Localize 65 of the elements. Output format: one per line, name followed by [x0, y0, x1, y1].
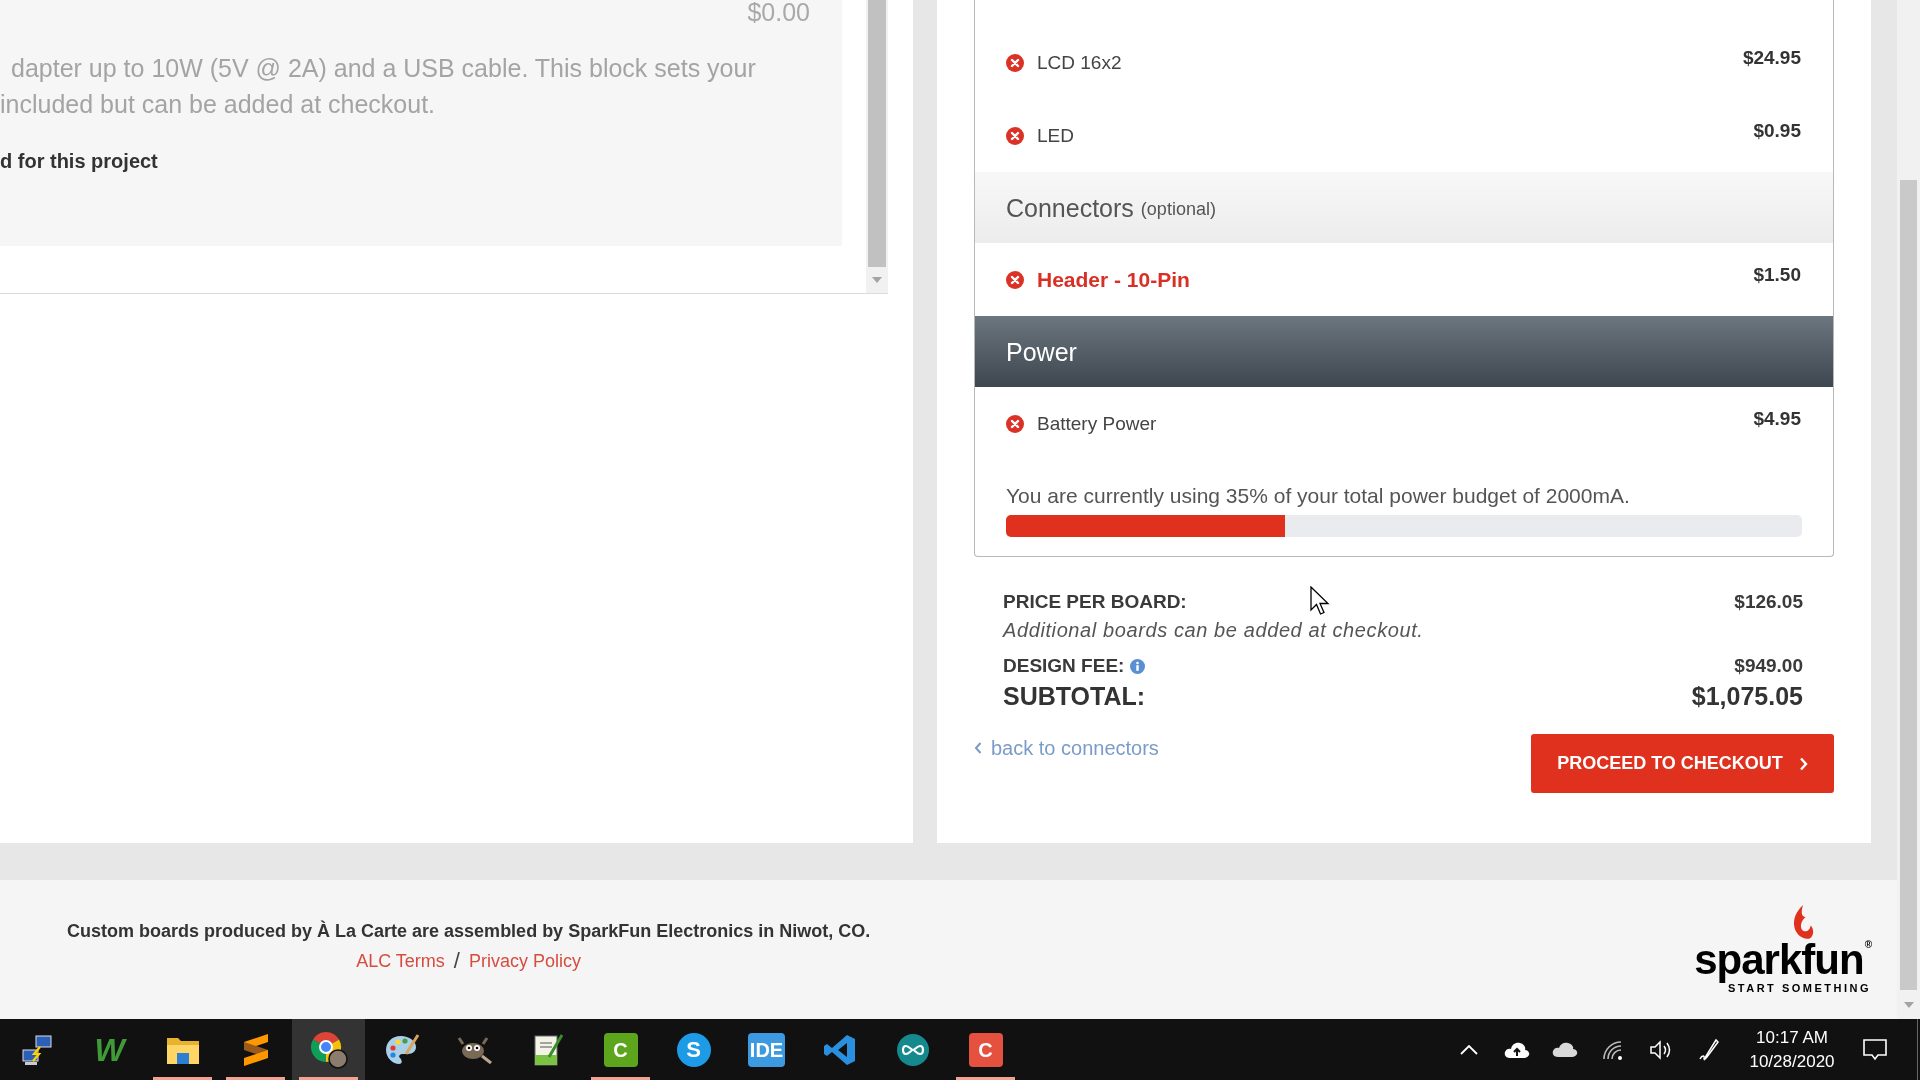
- taskbar-time: 10:17 AM: [1756, 1026, 1828, 1049]
- app-tile: C: [968, 1032, 1003, 1067]
- taskbar-button[interactable]: W: [73, 1019, 146, 1080]
- option-price: $0.00: [747, 0, 810, 24]
- summary-value: $949.00: [1734, 655, 1803, 677]
- app-tile: C: [603, 1032, 638, 1067]
- part-name: LCD 16x2: [1037, 50, 1122, 75]
- page-scrollbar-thumb[interactable]: [1900, 180, 1917, 990]
- part-price: $1.50: [1753, 264, 1801, 286]
- app-glyph: W: [94, 1033, 125, 1066]
- part-name: Header - 10-Pin: [1037, 267, 1190, 292]
- info-icon[interactable]: [1130, 658, 1146, 674]
- taskbar-button[interactable]: IDE: [730, 1019, 803, 1080]
- taskbar-date: 10/28/2020: [1749, 1050, 1835, 1073]
- summary-note: Additional boards can be added at checkout.: [1003, 619, 1425, 641]
- chat-bubble-icon[interactable]: [1862, 1037, 1888, 1062]
- summary-value: $126.05: [1734, 591, 1803, 613]
- part-price: $24.95: [1742, 47, 1801, 69]
- ring-logo-icon: [309, 1030, 348, 1069]
- option-note: d for this project: [0, 150, 159, 172]
- scrollbar-thumb[interactable]: [868, 0, 886, 267]
- pen-icon[interactable]: [1698, 1037, 1720, 1062]
- checkout-button[interactable]: PROCEED TO CHECKOUT: [1531, 734, 1834, 793]
- section-title: Power: [1006, 336, 1077, 367]
- taskbar-button[interactable]: C: [584, 1019, 657, 1080]
- logo-tagline: START SOMETHING: [1728, 982, 1871, 994]
- subtotal-label: SUBTOTAL:: [1003, 681, 1146, 711]
- footer-text: Custom boards produced by À La Carte are assembled by SparkFun Electronics in Niwot, CO.: [67, 920, 871, 942]
- taskbar-button[interactable]: [292, 1019, 365, 1080]
- footer-link[interactable]: Privacy Policy: [469, 950, 581, 972]
- remove-icon[interactable]: [1006, 414, 1024, 433]
- infinity-icon: [895, 1032, 930, 1067]
- part-name: Battery Power: [1037, 411, 1157, 436]
- part-name: LED: [1037, 123, 1074, 148]
- notepad-icon: [531, 1032, 564, 1067]
- chevron-left-icon: [974, 742, 982, 754]
- section-note: (optional): [1140, 198, 1216, 221]
- chevron-up-icon[interactable]: [1460, 1044, 1478, 1055]
- summary-label: PRICE PER BOARD:: [1003, 591, 1187, 613]
- summary-label: DESIGN FEE:: [1003, 655, 1125, 677]
- network-computers-icon: [19, 1033, 54, 1066]
- volume-icon[interactable]: [1649, 1039, 1673, 1060]
- part-price: $0.95: [1753, 120, 1801, 142]
- wifi-icon[interactable]: [1602, 1039, 1624, 1060]
- link-separator: /: [453, 948, 460, 974]
- cloud-icon[interactable]: [1552, 1041, 1578, 1058]
- remove-icon[interactable]: [1006, 126, 1024, 145]
- back-link[interactable]: back to connectors: [974, 737, 1159, 759]
- palette-icon: [383, 1032, 420, 1067]
- ribbon-logo-icon: [822, 1032, 857, 1067]
- taskbar-button[interactable]: C: [949, 1019, 1022, 1080]
- section-title: Connectors: [1006, 192, 1134, 223]
- option-description: dapter up to 10W (5V @ 2A) and a USB cable. This block sets your included but can be added at checkout.: [0, 53, 757, 120]
- taskbar-button[interactable]: S: [657, 1019, 730, 1080]
- remove-icon[interactable]: [1006, 270, 1024, 289]
- chevron-right-icon: [1798, 756, 1808, 771]
- remove-icon[interactable]: [1006, 53, 1024, 72]
- part-price: $4.95: [1753, 408, 1801, 430]
- subtotal-value: $1,075.05: [1691, 681, 1803, 711]
- cloud-upload-icon[interactable]: [1504, 1040, 1530, 1059]
- mouse-pointer-icon: [1310, 586, 1330, 616]
- app-tile: IDE: [747, 1032, 786, 1067]
- flame-icon: [1791, 904, 1816, 942]
- footer-link[interactable]: ALC Terms: [356, 950, 445, 972]
- power-budget-text: You are currently using 35% of your total power budget of 2000mA.: [1006, 485, 1631, 507]
